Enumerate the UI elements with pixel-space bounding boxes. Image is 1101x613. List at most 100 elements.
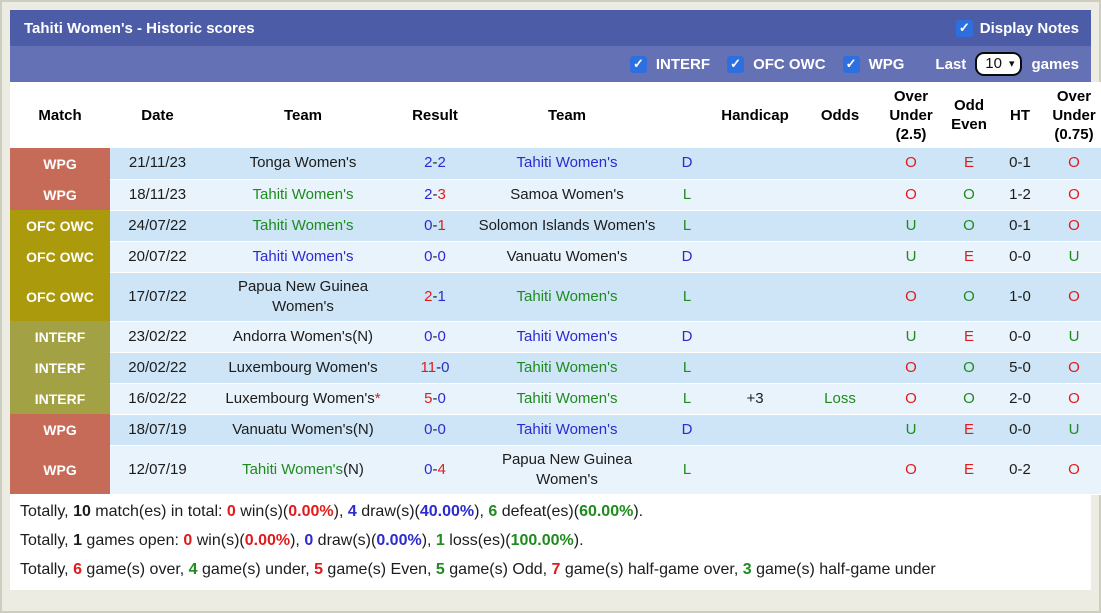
handicap-value	[709, 148, 801, 180]
display-notes-checkbox[interactable]: ✓	[955, 19, 973, 37]
handicap-value	[709, 210, 801, 242]
handicap-value: +3	[709, 383, 801, 415]
away-team-cell: Tahiti Women's	[469, 272, 665, 322]
league-badge: OFC OWC	[10, 272, 110, 321]
over-under-2-5: U	[879, 414, 943, 446]
summary-segment: 4	[188, 560, 198, 578]
home-team-link[interactable]: Tahiti Women's	[253, 186, 354, 203]
league-badge: WPG	[10, 179, 110, 210]
half-time-score: 0-1	[995, 210, 1045, 242]
league-badge: OFC OWC	[10, 241, 110, 272]
match-date: 23/02/22	[110, 321, 205, 353]
summary-segment: game(s) half-game over,	[560, 560, 743, 578]
column-header-team: Team	[469, 82, 665, 148]
home-team-link[interactable]: Andorra Women's(N)	[233, 328, 373, 345]
odds-result	[801, 241, 879, 273]
home-team-link[interactable]: Tonga Women's	[250, 154, 357, 171]
match-row: INTERF 16/02/22 Luxembourg Women's* 5-0 Tahi…	[10, 383, 1101, 415]
over-under-0-75: U	[1045, 414, 1101, 446]
odd-even: O	[943, 210, 995, 242]
away-team-link[interactable]: Samoa Women's	[510, 186, 623, 203]
half-time-score: 0-2	[995, 445, 1045, 495]
last-games-select[interactable]: 10 ▾	[975, 52, 1023, 76]
away-team-cell: Tahiti Women's	[469, 352, 665, 384]
over-under-0-75: O	[1045, 210, 1101, 242]
match-row: INTERF 23/02/22 Andorra Women's(N) 0-0 Tahit…	[10, 321, 1101, 353]
summary-segment: loss(es)(	[444, 531, 511, 549]
result-score: 0-0	[401, 414, 469, 446]
league-badge: WPG	[10, 148, 110, 179]
away-team-link[interactable]: Tahiti Women's	[517, 359, 618, 376]
away-team-link[interactable]: Vanuatu Women's	[507, 248, 628, 265]
filter-checkbox-interf[interactable]: ✓	[629, 55, 647, 73]
away-team-link[interactable]: Tahiti Women's	[517, 154, 618, 171]
filter-label: OFC OWC	[753, 55, 826, 73]
away-team-link[interactable]: Tahiti Women's	[517, 288, 618, 305]
filter-checkbox-ofc-owc[interactable]: ✓	[727, 55, 745, 73]
summary-segment: game(s) over,	[81, 560, 189, 578]
home-team-link[interactable]: Tahiti Women's	[253, 217, 354, 234]
away-score: 0	[437, 247, 446, 265]
home-team-link[interactable]: Tahiti Women's	[253, 248, 354, 265]
summary-segment: 3	[742, 560, 752, 578]
outcome-letter: D	[665, 414, 709, 446]
home-team-link[interactable]: Luxembourg Women's	[225, 390, 374, 407]
handicap-value	[709, 414, 801, 446]
over-under-0-75: O	[1045, 352, 1101, 384]
summary-segment: 10	[73, 502, 91, 520]
summary-line-3: Totally, 6 game(s) over, 4 game(s) under…	[10, 554, 1091, 584]
odds-result	[801, 148, 879, 180]
check-icon: ✓	[845, 56, 857, 71]
last-games-value: 10	[985, 55, 1002, 72]
odds-result	[801, 445, 879, 495]
outcome-letter: D	[665, 148, 709, 180]
column-header-result: Result	[401, 82, 469, 148]
away-score: 1	[437, 287, 446, 305]
summary-segment: 40.00%	[419, 502, 475, 520]
away-team-link[interactable]: Tahiti Women's	[517, 421, 618, 438]
home-team-link[interactable]: Vanuatu Women's(N)	[232, 421, 374, 438]
result-score: 11-0	[401, 352, 469, 384]
summary-segment: 4	[347, 502, 357, 520]
summary-segment: 0.00%	[376, 531, 422, 549]
match-row: OFC OWC 17/07/22 Papua New Guinea Women's 2…	[10, 272, 1101, 322]
outcome-letter: L	[665, 179, 709, 211]
summary-segment: 0	[304, 531, 314, 549]
home-score: 0	[424, 420, 433, 438]
summary-segment: match(es) in total:	[90, 502, 227, 520]
home-team-cell: Vanuatu Women's(N)	[205, 414, 401, 446]
home-team-link[interactable]: Luxembourg Women's	[228, 359, 377, 376]
home-team-link[interactable]: Tahiti Women's	[242, 461, 343, 478]
summary-segment: ).	[573, 531, 584, 549]
summary-segment: 0	[226, 502, 236, 520]
odd-even: E	[943, 148, 995, 180]
summary-segment: win(s)(	[235, 502, 289, 520]
half-time-score: 5-0	[995, 352, 1045, 384]
league-badge: INTERF	[10, 321, 110, 352]
away-team-link[interactable]: Solomon Islands Women's	[479, 217, 656, 234]
home-team-link[interactable]: Papua New Guinea Women's	[238, 278, 368, 315]
away-team-link[interactable]: Tahiti Women's	[517, 390, 618, 407]
home-score: 0	[424, 216, 433, 234]
result-score: 0-0	[401, 241, 469, 273]
away-team-link[interactable]: Papua New Guinea Women's	[502, 451, 632, 488]
half-time-score: 0-0	[995, 321, 1045, 353]
result-score: 5-0	[401, 383, 469, 415]
match-row: WPG 21/11/23 Tonga Women's 2-2 Tahiti Women'…	[10, 148, 1101, 180]
home-score: 2	[424, 154, 433, 172]
home-team-cell: Tahiti Women's	[205, 179, 401, 211]
away-team-link[interactable]: Tahiti Women's	[517, 328, 618, 345]
home-team-cell: Luxembourg Women's	[205, 352, 401, 384]
chevron-down-icon: ▾	[1008, 58, 1015, 70]
summary-segment: Totally,	[20, 531, 74, 549]
summary-segment: game(s) Even,	[322, 560, 436, 578]
odd-even: O	[943, 179, 995, 211]
league-badge: WPG	[10, 445, 110, 494]
half-time-score: 0-1	[995, 148, 1045, 180]
filter-checkbox-wpg[interactable]: ✓	[842, 55, 860, 73]
summary-segment: draw(s)(	[356, 502, 420, 520]
home-team-cell: Tahiti Women's	[205, 241, 401, 273]
match-date: 24/07/22	[110, 210, 205, 242]
summary-segment: ),	[290, 531, 305, 549]
filter-label: INTERF	[655, 55, 711, 73]
